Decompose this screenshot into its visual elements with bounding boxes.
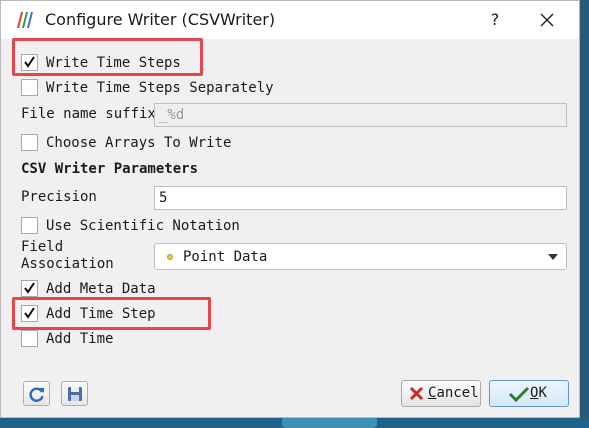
- scientific-notation-checkbox[interactable]: [21, 216, 38, 234]
- title-bar: Configure Writer (CSVWriter) ?: [1, 1, 579, 39]
- add-time-row[interactable]: Add Time: [21, 328, 113, 350]
- choose-arrays-checkbox[interactable]: [21, 133, 38, 151]
- cancel-label: Cancel: [428, 385, 479, 401]
- precision-label: Precision: [21, 189, 97, 205]
- configure-writer-dialog: Configure Writer (CSVWriter) ? Write Tim…: [0, 0, 580, 418]
- add-meta-data-label: Add Meta Data: [46, 281, 156, 297]
- add-meta-data-checkbox[interactable]: [21, 279, 38, 297]
- scientific-notation-label: Use Scientific Notation: [46, 218, 240, 234]
- cancel-button[interactable]: Cancel: [401, 380, 481, 407]
- dialog-title: Configure Writer (CSVWriter): [45, 10, 276, 29]
- write-time-steps-separately-checkbox[interactable]: [21, 78, 38, 96]
- csv-writer-parameters-heading: CSV Writer Parameters: [21, 161, 199, 177]
- ok-label: OK: [530, 385, 547, 401]
- file-name-suffix-label: File name suffix: [21, 106, 156, 122]
- choose-arrays-row[interactable]: Choose Arrays To Write: [21, 132, 231, 154]
- close-icon: [540, 13, 554, 27]
- cancel-icon: [409, 386, 424, 401]
- field-association-value: Point Data: [183, 249, 268, 265]
- highlight-box-add-time-step: [12, 297, 211, 330]
- dropdown-arrow-icon: [548, 254, 558, 260]
- choose-arrays-label: Choose Arrays To Write: [46, 135, 232, 151]
- checkmark-icon: [24, 281, 35, 294]
- field-association-label: Field Association: [21, 239, 114, 273]
- save-defaults-button[interactable]: [61, 381, 88, 406]
- field-association-label-line1: Field: [21, 239, 64, 255]
- paraview-app-icon: [17, 12, 33, 28]
- write-time-steps-separately-row[interactable]: Write Time Steps Separately: [21, 77, 274, 99]
- highlight-box-write-time-steps: [12, 38, 203, 76]
- close-button[interactable]: [533, 7, 561, 33]
- refresh-icon: [29, 387, 44, 402]
- field-association-select[interactable]: Point Data: [154, 243, 567, 270]
- scientific-notation-row[interactable]: Use Scientific Notation: [21, 215, 240, 237]
- help-button[interactable]: ?: [483, 8, 507, 32]
- save-icon: [68, 387, 82, 401]
- add-time-checkbox[interactable]: [21, 329, 38, 347]
- restore-defaults-button[interactable]: [23, 381, 50, 406]
- point-data-icon: [167, 254, 173, 260]
- ok-check-icon: [508, 386, 530, 402]
- field-association-label-line2: Association: [21, 256, 114, 272]
- precision-input[interactable]: 5: [154, 186, 567, 210]
- file-name-suffix-input[interactable]: _%d: [154, 103, 567, 127]
- write-time-steps-separately-label: Write Time Steps Separately: [46, 80, 274, 96]
- add-time-label: Add Time: [46, 331, 114, 347]
- ok-button[interactable]: OK: [489, 380, 569, 407]
